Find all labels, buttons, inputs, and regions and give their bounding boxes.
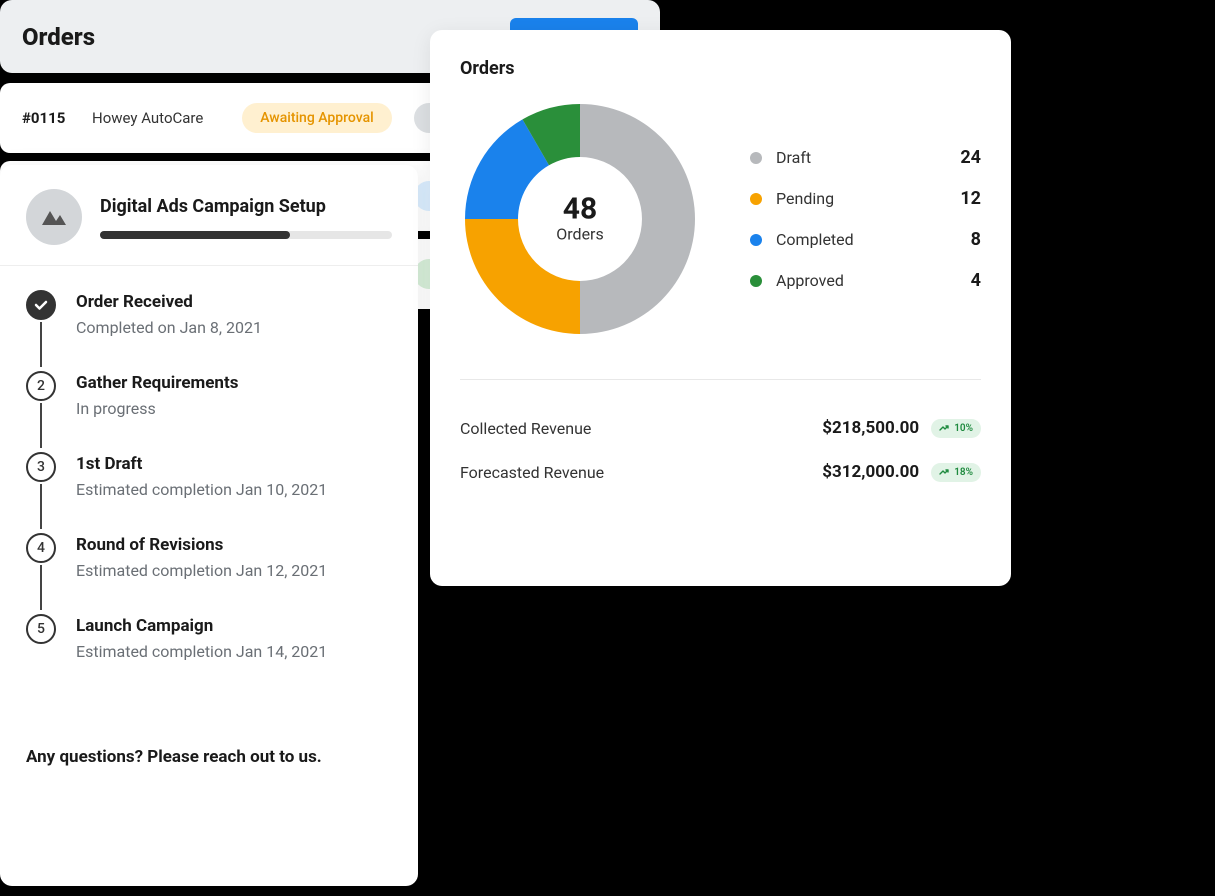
legend-dot-icon	[750, 234, 762, 246]
order-id: #0115	[22, 109, 92, 127]
revenue-row: Collected Revenue$218,500.00 10%	[460, 406, 981, 450]
mountain-icon	[26, 189, 82, 245]
orders-donut-chart: 48 Orders	[460, 99, 700, 339]
legend-row: Approved4	[750, 260, 981, 301]
timeline-step: 5 Launch Campaign Estimated completion Jan…	[26, 614, 392, 687]
orders-overview-panel: Orders 48 Orders Draft24Pending12Complet…	[430, 30, 1011, 586]
progress-fill	[100, 231, 290, 239]
step-title: 1st Draft	[76, 454, 327, 474]
step-subtitle: Estimated completion Jan 14, 2021	[76, 642, 327, 661]
step-marker: 5	[26, 614, 56, 644]
legend-row: Pending12	[750, 178, 981, 219]
status-badge: Awaiting Approval	[242, 103, 392, 133]
revenue-value: $218,500.00	[809, 418, 919, 438]
step-marker: 2	[26, 371, 56, 401]
timeline: Order Received Completed on Jan 8, 2021 2G…	[0, 266, 418, 687]
donut-legend: Draft24Pending12Completed8Approved4	[750, 137, 981, 301]
legend-dot-icon	[750, 193, 762, 205]
step-title: Gather Requirements	[76, 373, 238, 393]
order-client: Howey AutoCare	[92, 109, 242, 127]
legend-label: Completed	[776, 230, 971, 249]
legend-dot-icon	[750, 152, 762, 164]
revenue-row: Forecasted Revenue$312,000.00 18%	[460, 450, 981, 494]
revenue-label: Collected Revenue	[460, 419, 809, 438]
revenue-value: $312,000.00	[809, 462, 919, 482]
step-subtitle: Estimated completion Jan 10, 2021	[76, 480, 327, 499]
trend-up-icon	[939, 468, 949, 476]
step-title: Order Received	[76, 292, 262, 312]
campaign-footer: Any questions? Please reach out to us.	[0, 687, 418, 767]
step-marker-done	[26, 290, 56, 320]
legend-label: Pending	[776, 189, 960, 208]
timeline-step: 3 1st Draft Estimated completion Jan 10, 2…	[26, 452, 392, 533]
step-subtitle: Completed on Jan 8, 2021	[76, 318, 262, 337]
legend-label: Approved	[776, 271, 971, 290]
campaign-header: Digital Ads Campaign Setup	[0, 165, 418, 266]
trend-pill: 18%	[931, 463, 981, 482]
timeline-step: 4 Round of Revisions Estimated completion …	[26, 533, 392, 614]
progress-bar	[100, 231, 392, 239]
timeline-step: Order Received Completed on Jan 8, 2021	[26, 290, 392, 371]
legend-value: 8	[971, 229, 981, 250]
legend-label: Draft	[776, 148, 960, 167]
orders-overview-title: Orders	[460, 58, 981, 79]
step-title: Round of Revisions	[76, 535, 327, 555]
timeline-step: 2 Gather Requirements In progress	[26, 371, 392, 452]
step-subtitle: In progress	[76, 399, 238, 418]
orders-list-title: Orders	[22, 23, 95, 51]
revenue-label: Forecasted Revenue	[460, 463, 809, 482]
legend-row: Draft24	[750, 137, 981, 178]
legend-dot-icon	[750, 275, 762, 287]
trend-pill: 10%	[931, 419, 981, 438]
step-subtitle: Estimated completion Jan 12, 2021	[76, 561, 327, 580]
campaign-panel: Digital Ads Campaign Setup Order Receive…	[0, 165, 418, 886]
donut-total: 48	[556, 195, 603, 225]
legend-value: 24	[960, 147, 981, 168]
legend-value: 12	[960, 188, 981, 209]
legend-value: 4	[971, 270, 981, 291]
campaign-title: Digital Ads Campaign Setup	[100, 196, 392, 217]
step-marker: 4	[26, 533, 56, 563]
step-marker: 3	[26, 452, 56, 482]
revenue-rows: Collected Revenue$218,500.00 10% Forecaste…	[460, 380, 981, 494]
legend-row: Completed8	[750, 219, 981, 260]
donut-label: Orders	[556, 225, 603, 244]
trend-up-icon	[939, 424, 949, 432]
step-title: Launch Campaign	[76, 616, 327, 636]
